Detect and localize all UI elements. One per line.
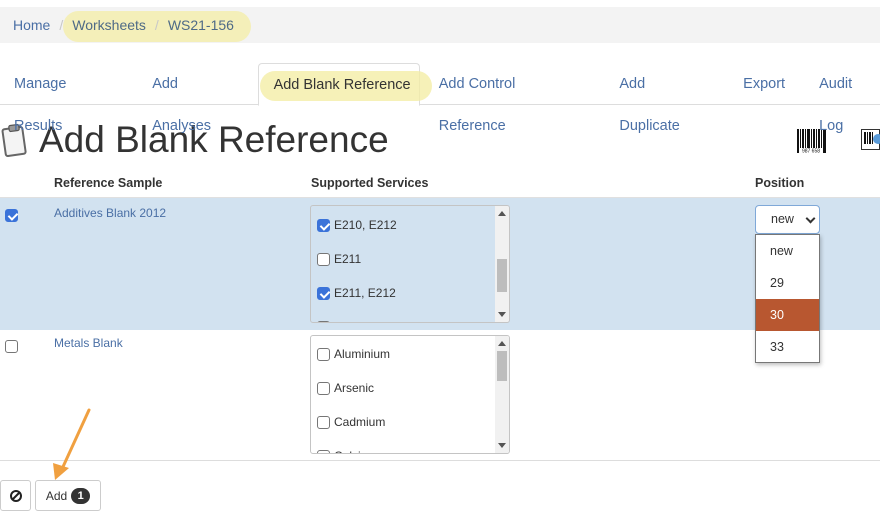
tab-export[interactable]: Export — [743, 63, 785, 105]
service-checkbox[interactable] — [317, 320, 330, 322]
scrollbar-thumb[interactable] — [497, 259, 507, 292]
scroll-up-icon[interactable] — [498, 341, 506, 346]
service-checkbox[interactable] — [317, 449, 330, 453]
tab-add-blank-reference[interactable]: Add Blank Reference — [257, 63, 432, 106]
scrollbar[interactable] — [495, 336, 509, 453]
services-list[interactable]: Aluminium Arsenic Cadmium Calcium — [310, 335, 510, 454]
breadcrumb-current: WS21-156 — [167, 17, 234, 33]
column-header-supported-services: Supported Services — [311, 176, 429, 190]
scroll-up-icon[interactable] — [498, 211, 506, 216]
tab-bar: Manage Results Add Analyses Add Blank Re… — [0, 63, 880, 134]
reference-sample-link[interactable]: Metals Blank — [54, 336, 123, 350]
position-option[interactable]: new — [756, 235, 819, 267]
service-option[interactable]: Calcium — [317, 449, 377, 453]
barcode-text: 987 658 — [802, 149, 820, 154]
service-checkbox[interactable] — [317, 218, 330, 232]
position-dropdown-list: new 29 30 33 — [755, 234, 820, 363]
breadcrumb-separator: / — [154, 17, 159, 33]
services-list[interactable]: E210, E212 E211 E211, E212 E212 — [310, 205, 510, 323]
breadcrumb-worksheets[interactable]: Worksheets — [72, 17, 146, 33]
tab-add-duplicate[interactable]: Add Duplicate — [619, 63, 709, 134]
service-option[interactable]: Aluminium — [317, 347, 390, 361]
scrollbar[interactable] — [495, 206, 509, 322]
table-row: Additives Blank 2012 E210, E212 E211 E21… — [0, 197, 880, 330]
position-option[interactable]: 29 — [756, 267, 819, 299]
barcode-print-icon[interactable] — [861, 129, 880, 150]
count-badge: 1 — [71, 487, 91, 504]
table-row: Metals Blank Aluminium Arsenic Cadmium C… — [0, 330, 880, 461]
service-option[interactable]: Arsenic — [317, 381, 374, 395]
position-option[interactable]: 33 — [756, 331, 819, 363]
service-option[interactable]: E211 — [317, 252, 361, 266]
row-select-checkbox[interactable] — [5, 209, 18, 222]
ban-icon — [9, 489, 22, 502]
scrollbar-thumb[interactable] — [497, 351, 507, 381]
position-select[interactable]: new — [755, 205, 820, 234]
service-option[interactable]: E212 — [317, 320, 362, 322]
service-checkbox[interactable] — [317, 286, 330, 300]
row-select-checkbox[interactable] — [5, 340, 18, 353]
chevron-down-icon — [805, 213, 816, 224]
service-checkbox[interactable] — [317, 381, 330, 395]
page-title: Add Blank Reference — [39, 119, 389, 160]
position-option-highlighted[interactable]: 30 — [756, 299, 819, 331]
service-option[interactable]: E211, E212 — [317, 286, 396, 300]
tab-add-control-reference[interactable]: Add Control Reference — [439, 63, 586, 134]
service-checkbox[interactable] — [317, 252, 330, 266]
breadcrumb-separator: / — [59, 17, 64, 33]
service-checkbox[interactable] — [317, 415, 330, 429]
tab-manage-results[interactable]: Manage Results — [14, 63, 118, 134]
reference-sample-link[interactable]: Additives Blank 2012 — [54, 206, 166, 220]
scroll-down-icon[interactable] — [498, 312, 506, 317]
tab-audit-log[interactable]: Audit Log — [819, 63, 880, 134]
service-option[interactable]: E210, E212 — [317, 218, 397, 232]
annotation-arrow — [53, 408, 91, 480]
tab-add-analyses[interactable]: Add Analyses — [152, 63, 239, 134]
add-button-label: Add — [45, 488, 68, 503]
scroll-down-icon[interactable] — [498, 443, 506, 448]
column-header-reference-sample: Reference Sample — [54, 176, 163, 190]
service-option[interactable]: Cadmium — [317, 415, 385, 429]
column-header-position: Position — [755, 176, 805, 190]
service-checkbox[interactable] — [317, 347, 330, 361]
breadcrumb-home[interactable]: Home — [13, 17, 50, 33]
clear-selection-button[interactable] — [0, 480, 31, 511]
